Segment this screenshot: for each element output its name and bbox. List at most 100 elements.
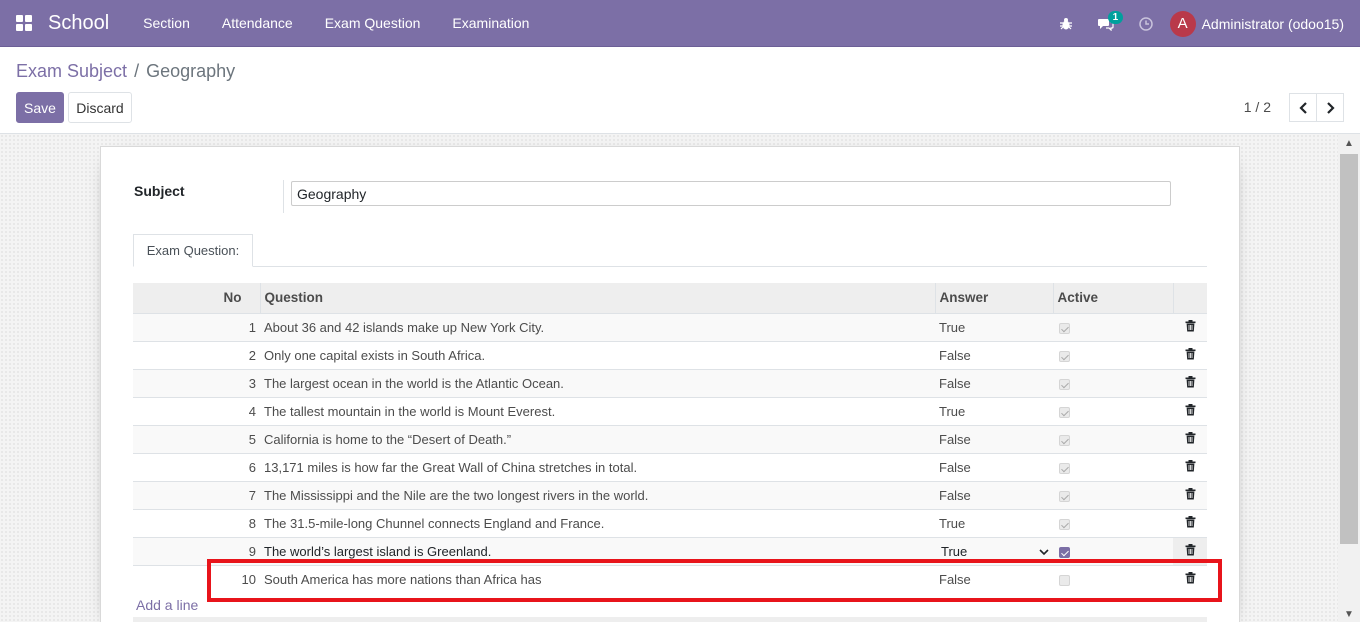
cell-delete[interactable] (1173, 480, 1207, 509)
subject-input[interactable] (291, 181, 1171, 206)
trash-icon[interactable] (1177, 515, 1203, 528)
table-row[interactable]: 4 The tallest mountain in the world is Mo… (133, 396, 1207, 425)
cell-answer[interactable]: True (935, 508, 1053, 537)
cell-answer[interactable]: True (935, 396, 1053, 425)
app-brand[interactable]: School (48, 12, 109, 35)
trash-icon[interactable] (1177, 319, 1203, 332)
menu-section[interactable]: Section (127, 15, 206, 31)
cell-active[interactable] (1053, 396, 1173, 425)
cell-question[interactable]: 13,171 miles is how far the Great Wall o… (260, 452, 935, 481)
vertical-scrollbar[interactable]: ▲ ▼ (1338, 134, 1360, 622)
save-button[interactable]: Save (16, 92, 64, 123)
cell-no[interactable]: 9 (133, 536, 260, 565)
cell-answer[interactable]: False (935, 424, 1053, 453)
cell-delete[interactable] (1173, 508, 1207, 537)
cell-delete[interactable] (1173, 452, 1207, 481)
trash-icon[interactable] (1177, 347, 1203, 360)
cell-active[interactable] (1053, 508, 1173, 537)
cell-answer[interactable]: True (935, 312, 1053, 341)
add-a-line-link[interactable]: Add a line (136, 597, 198, 613)
tab-exam-question[interactable]: Exam Question: (133, 234, 253, 267)
cell-delete[interactable] (1173, 340, 1207, 369)
trash-icon[interactable] (1177, 571, 1203, 584)
cell-question[interactable]: The tallest mountain in the world is Mou… (260, 396, 935, 425)
pager-previous-button[interactable] (1289, 93, 1317, 122)
trash-icon[interactable] (1177, 459, 1203, 472)
cell-question[interactable]: South America has more nations than Afri… (260, 564, 935, 593)
trash-icon[interactable] (1177, 543, 1203, 556)
active-checkbox[interactable] (1059, 350, 1070, 362)
cell-question[interactable]: The world’s largest island is Greenland. (260, 536, 935, 565)
trash-icon[interactable] (1177, 487, 1203, 500)
scroll-up-icon[interactable]: ▲ (1338, 138, 1360, 149)
cell-delete[interactable] (1173, 312, 1207, 341)
cell-answer[interactable]: False (935, 480, 1053, 509)
cell-no[interactable]: 10 (133, 564, 260, 593)
cell-answer[interactable]: False (935, 340, 1053, 369)
scroll-thumb[interactable] (1340, 154, 1358, 544)
cell-question[interactable]: California is home to the “Desert of Dea… (260, 424, 935, 453)
cell-no[interactable]: 5 (133, 424, 260, 453)
table-row[interactable]: 3 The largest ocean in the world is the A… (133, 368, 1207, 397)
active-checkbox[interactable] (1059, 406, 1070, 418)
cell-delete[interactable] (1173, 368, 1207, 397)
column-header-no[interactable]: No (133, 283, 261, 313)
cell-answer[interactable]: False (935, 452, 1053, 481)
cell-question[interactable]: Only one capital exists in South Africa. (260, 340, 935, 369)
menu-exam-question[interactable]: Exam Question (309, 15, 437, 31)
scroll-down-icon[interactable]: ▼ (1338, 609, 1360, 620)
messaging-chat-icon[interactable]: 1 (1086, 0, 1126, 47)
activity-clock-icon[interactable] (1126, 0, 1166, 47)
cell-active[interactable] (1053, 452, 1173, 481)
cell-delete[interactable] (1173, 564, 1207, 593)
trash-icon[interactable] (1177, 375, 1203, 388)
user-menu[interactable]: A Administrator (odoo15) (1166, 10, 1360, 37)
column-header-answer[interactable]: Answer (935, 283, 1054, 313)
cell-active[interactable] (1053, 480, 1173, 509)
trash-icon[interactable] (1177, 431, 1203, 444)
active-checkbox[interactable] (1059, 518, 1070, 530)
cell-question[interactable]: The 31.5-mile-long Chunnel connects Engl… (260, 508, 935, 537)
cell-active[interactable] (1053, 312, 1173, 341)
table-row[interactable]: 8 The 31.5-mile-long Chunnel connects Eng… (133, 508, 1207, 537)
cell-no[interactable]: 6 (133, 452, 260, 481)
cell-question[interactable]: The largest ocean in the world is the At… (260, 368, 935, 397)
cell-delete[interactable] (1173, 396, 1207, 425)
table-row[interactable]: 10 South America has more nations than Af… (133, 564, 1207, 593)
cell-no[interactable]: 7 (133, 480, 260, 509)
cell-delete[interactable] (1173, 536, 1207, 565)
cell-no[interactable]: 3 (133, 368, 260, 397)
active-checkbox[interactable] (1059, 574, 1070, 586)
table-row[interactable]: 2 Only one capital exists in South Africa… (133, 340, 1207, 369)
column-header-question[interactable]: Question (260, 283, 936, 313)
cell-question[interactable]: The Mississippi and the Nile are the two… (260, 480, 935, 509)
active-checkbox[interactable] (1059, 490, 1070, 502)
table-row[interactable]: 7 The Mississippi and the Nile are the tw… (133, 480, 1207, 509)
column-header-active[interactable]: Active (1053, 283, 1174, 313)
table-row[interactable]: 1 About 36 and 42 islands make up New Yor… (133, 312, 1207, 341)
discard-button[interactable]: Discard (68, 92, 132, 123)
cell-delete[interactable] (1173, 424, 1207, 453)
cell-active[interactable] (1053, 368, 1173, 397)
trash-icon[interactable] (1177, 403, 1203, 416)
chevron-down-icon[interactable] (1039, 544, 1049, 559)
cell-no[interactable]: 8 (133, 508, 260, 537)
cell-active[interactable] (1053, 536, 1173, 565)
cell-active[interactable] (1053, 564, 1173, 593)
cell-answer[interactable]: True (935, 536, 1053, 565)
pager-value[interactable]: 1 / 2 (1244, 99, 1271, 115)
menu-examination[interactable]: Examination (436, 15, 545, 31)
table-row[interactable]: 6 13,171 miles is how far the Great Wall … (133, 452, 1207, 481)
pager-next-button[interactable] (1316, 93, 1344, 122)
cell-no[interactable]: 4 (133, 396, 260, 425)
cell-no[interactable]: 1 (133, 312, 260, 341)
debug-bug-icon[interactable] (1046, 0, 1086, 47)
apps-menu-icon[interactable] (0, 0, 48, 47)
active-checkbox[interactable] (1059, 462, 1070, 474)
table-row[interactable]: 5 California is home to the “Desert of De… (133, 424, 1207, 453)
active-checkbox[interactable] (1059, 378, 1070, 390)
cell-answer[interactable]: False (935, 368, 1053, 397)
active-checkbox[interactable] (1059, 322, 1070, 334)
breadcrumb-parent[interactable]: Exam Subject (16, 61, 127, 81)
menu-attendance[interactable]: Attendance (206, 15, 309, 31)
